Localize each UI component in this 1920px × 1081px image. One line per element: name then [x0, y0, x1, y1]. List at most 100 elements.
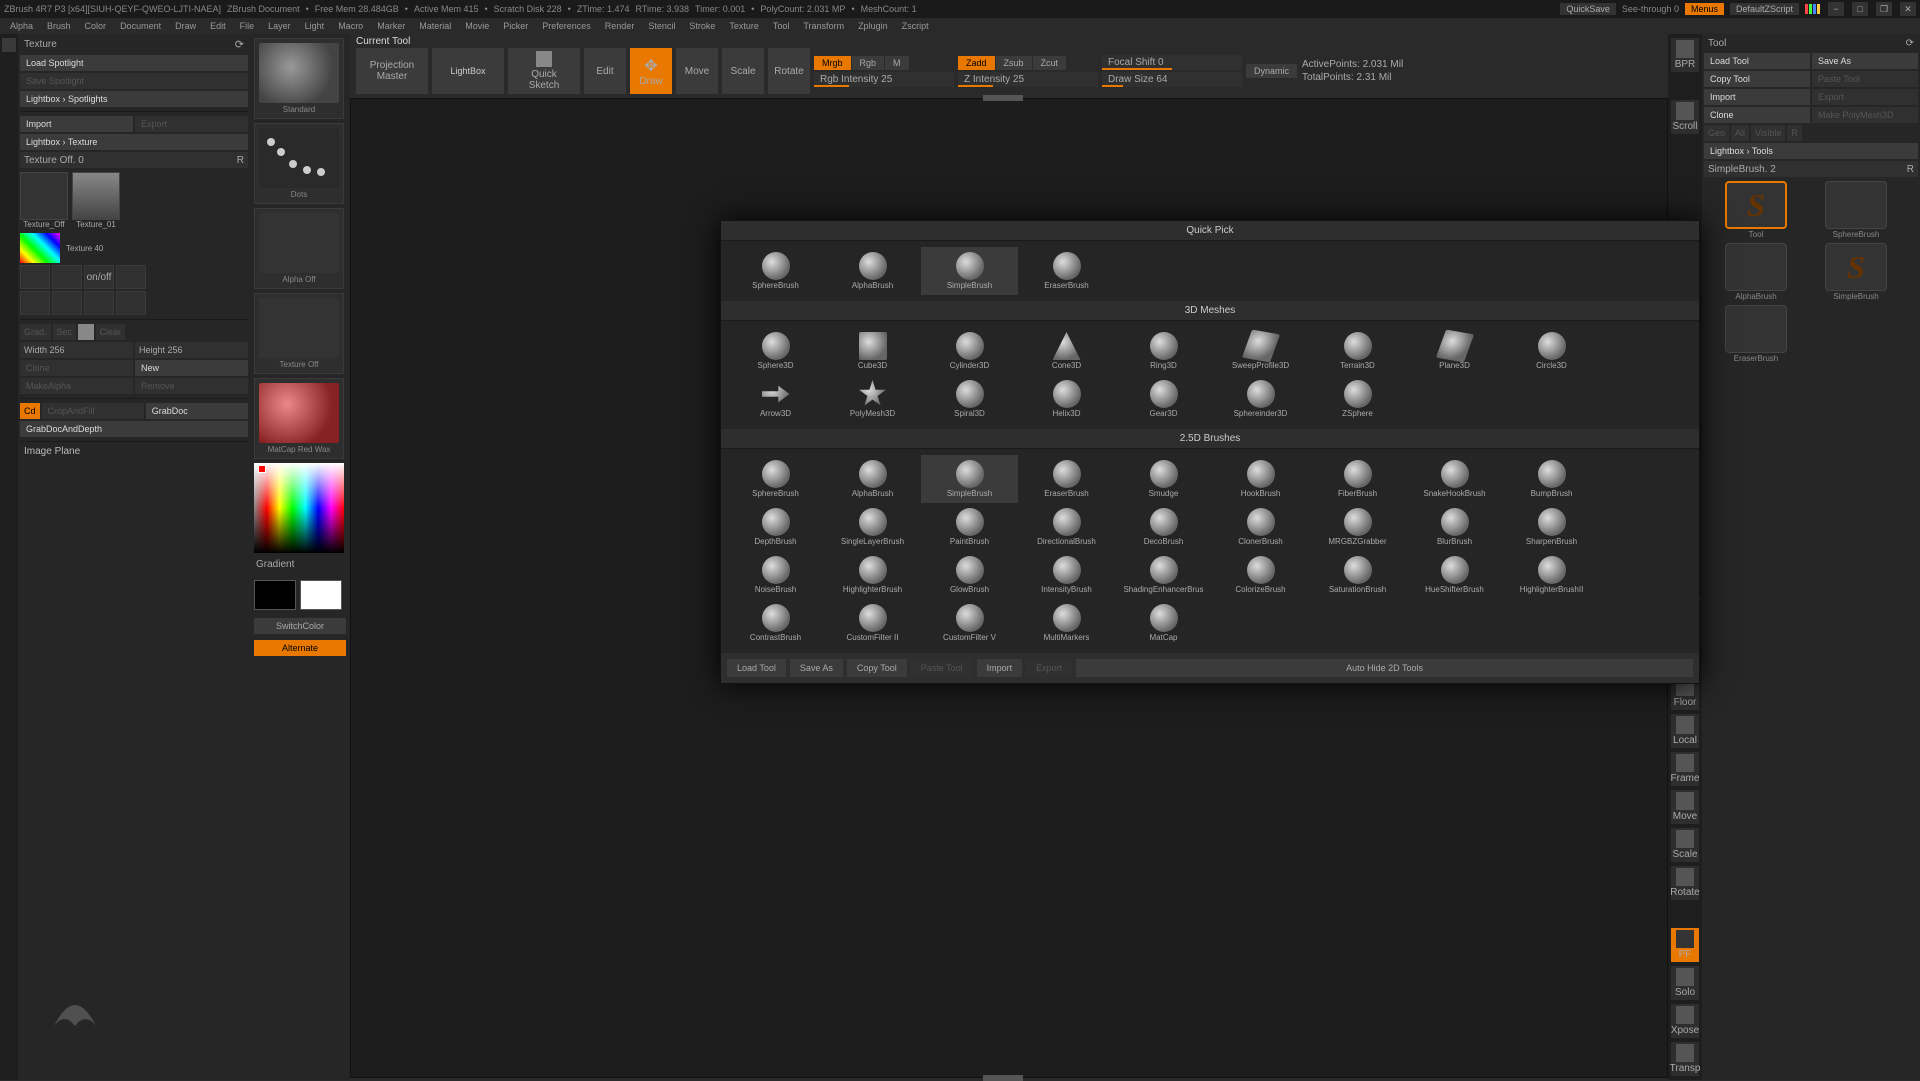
picker-plane3d[interactable]: Plane3D — [1406, 327, 1503, 375]
picker-spherebrush[interactable]: SphereBrush — [727, 455, 824, 503]
menu-marker[interactable]: Marker — [371, 20, 411, 32]
picker-sphere3d[interactable]: Sphere3D — [727, 327, 824, 375]
picker-contrastbrush[interactable]: ContrastBrush — [727, 599, 824, 647]
zcut-button[interactable]: Zcut — [1033, 56, 1068, 70]
tool-item-spherebrush[interactable]: SphereBrush — [1808, 181, 1904, 239]
picker-clonerbrush[interactable]: ClonerBrush — [1212, 503, 1309, 551]
minimize-button[interactable]: − — [1828, 2, 1844, 16]
picker-alphabrush[interactable]: AlphaBrush — [824, 455, 921, 503]
m-button[interactable]: M — [885, 56, 910, 70]
move-tool-button[interactable]: Move — [1671, 790, 1699, 824]
gradient-label[interactable]: Gradient — [254, 557, 346, 572]
menu-tool[interactable]: Tool — [767, 20, 796, 32]
alpha-selector[interactable]: Alpha Off — [254, 208, 344, 289]
picker-sweepprofile3d[interactable]: SweepProfile3D — [1212, 327, 1309, 375]
picker-paintbrush[interactable]: PaintBrush — [921, 503, 1018, 551]
local-button[interactable]: Local — [1671, 714, 1699, 748]
popup-import-button[interactable]: Import — [977, 659, 1023, 677]
menu-render[interactable]: Render — [599, 20, 641, 32]
frame-button[interactable]: Frame — [1671, 752, 1699, 786]
clone-tool-button[interactable]: Clone — [1704, 107, 1810, 123]
bpr-button[interactable]: BPR — [1671, 38, 1699, 72]
popup-save-as-button[interactable]: Save As — [790, 659, 843, 677]
picker-spiral3d[interactable]: Spiral3D — [921, 375, 1018, 423]
menu-file[interactable]: File — [234, 20, 261, 32]
lightbox-spotlights-button[interactable]: Lightbox › Spotlights — [20, 91, 248, 107]
color-swatch[interactable] — [20, 233, 60, 263]
picker-alphabrush[interactable]: AlphaBrush — [824, 247, 921, 295]
picker-ring3d[interactable]: Ring3D — [1115, 327, 1212, 375]
menus-button[interactable]: Menus — [1685, 3, 1724, 15]
picker-terrain3d[interactable]: Terrain3D — [1309, 327, 1406, 375]
popup-copy-tool-button[interactable]: Copy Tool — [847, 659, 907, 677]
picker-mrgbzgrabber[interactable]: MRGBZGrabber — [1309, 503, 1406, 551]
minibox-6[interactable] — [52, 291, 82, 315]
tool-panel-pin-icon[interactable]: ⟳ — [1906, 38, 1914, 49]
width-slider[interactable]: Width 256 — [20, 342, 133, 358]
draw-size-slider[interactable]: Draw Size 64 — [1102, 72, 1242, 87]
tool-item-eraserbrush[interactable]: EraserBrush — [1708, 305, 1804, 363]
sec-button[interactable]: Sec — [53, 324, 77, 340]
picker-circle3d[interactable]: Circle3D — [1503, 327, 1600, 375]
picker-gear3d[interactable]: Gear3D — [1115, 375, 1212, 423]
tool-item-alphabrush[interactable]: AlphaBrush — [1708, 243, 1804, 301]
rotate-button[interactable]: Rotate — [768, 48, 810, 94]
menu-stencil[interactable]: Stencil — [642, 20, 681, 32]
simple-brush-slider[interactable]: SimpleBrush. 2R — [1704, 161, 1918, 177]
auto-hide-button[interactable]: Auto Hide 2D Tools — [1076, 659, 1693, 677]
picker-colorizebrush[interactable]: ColorizeBrush — [1212, 551, 1309, 599]
minibox-4[interactable] — [116, 265, 146, 289]
fill-swatch[interactable] — [78, 324, 94, 340]
picker-zsphere[interactable]: ZSphere — [1309, 375, 1406, 423]
minibox-8[interactable] — [116, 291, 146, 315]
picker-eraserbrush[interactable]: EraserBrush — [1018, 247, 1115, 295]
panel-close-icon[interactable]: ⟳ — [235, 38, 244, 51]
picker-customfilter-ii[interactable]: CustomFilter II — [824, 599, 921, 647]
menu-texture[interactable]: Texture — [723, 20, 765, 32]
texture-off-slider[interactable]: Texture Off. 0 R — [20, 152, 248, 168]
menu-draw[interactable]: Draw — [169, 20, 202, 32]
picker-highlighterbrushii[interactable]: HighlighterBrushII — [1503, 551, 1600, 599]
zsub-button[interactable]: Zsub — [996, 56, 1033, 70]
picker-polymesh3d[interactable]: PolyMesh3D — [824, 375, 921, 423]
texture-selector[interactable]: Texture Off — [254, 293, 344, 374]
scale-button[interactable]: Scale — [722, 48, 764, 94]
switch-color-button[interactable]: SwitchColor — [254, 618, 346, 634]
alternate-button[interactable]: Alternate — [254, 640, 346, 656]
maximize-button[interactable]: □ — [1852, 2, 1868, 16]
import-tool-button[interactable]: Import — [1704, 89, 1810, 105]
rgb-intensity-slider[interactable]: Rgb Intensity 25 — [814, 72, 954, 87]
menu-movie[interactable]: Movie — [459, 20, 495, 32]
picker-directionalbrush[interactable]: DirectionalBrush — [1018, 503, 1115, 551]
image-plane-header[interactable]: Image Plane — [20, 444, 248, 459]
picker-cube3d[interactable]: Cube3D — [824, 327, 921, 375]
picker-saturationbrush[interactable]: SaturationBrush — [1309, 551, 1406, 599]
copy-tool-button[interactable]: Copy Tool — [1704, 71, 1810, 87]
solo-button[interactable]: Solo — [1671, 966, 1699, 1000]
menu-stroke[interactable]: Stroke — [683, 20, 721, 32]
picker-fiberbrush[interactable]: FiberBrush — [1309, 455, 1406, 503]
menu-preferences[interactable]: Preferences — [536, 20, 597, 32]
clear-button[interactable]: Clear — [96, 324, 126, 340]
rgb-button[interactable]: Rgb — [852, 56, 886, 70]
picker-highlighterbrush[interactable]: HighlighterBrush — [824, 551, 921, 599]
secondary-color-swatch[interactable] — [300, 580, 342, 610]
menu-macro[interactable]: Macro — [332, 20, 369, 32]
picker-cone3d[interactable]: Cone3D — [1018, 327, 1115, 375]
stroke-selector[interactable]: Dots — [254, 123, 344, 204]
picker-snakehookbrush[interactable]: SnakeHookBrush — [1406, 455, 1503, 503]
picker-depthbrush[interactable]: DepthBrush — [727, 503, 824, 551]
edit-button[interactable]: Edit — [584, 48, 626, 94]
gutter-icon[interactable] — [2, 38, 16, 52]
mrgb-button[interactable]: Mrgb — [814, 56, 852, 70]
grab-doc-depth-button[interactable]: GrabDocAndDepth — [20, 421, 248, 437]
texture-off-swatch[interactable] — [20, 172, 68, 220]
color-picker[interactable] — [254, 463, 344, 553]
popup-load-tool-button[interactable]: Load Tool — [727, 659, 786, 677]
picker-simplebrush[interactable]: SimpleBrush — [921, 455, 1018, 503]
lightbox-button[interactable]: LightBox — [432, 48, 504, 94]
draw-button[interactable]: ✥Draw — [630, 48, 672, 94]
minibox-2[interactable] — [52, 265, 82, 289]
rotate-tool-button[interactable]: Rotate — [1671, 866, 1699, 900]
projection-master-button[interactable]: Projection Master — [356, 48, 428, 94]
